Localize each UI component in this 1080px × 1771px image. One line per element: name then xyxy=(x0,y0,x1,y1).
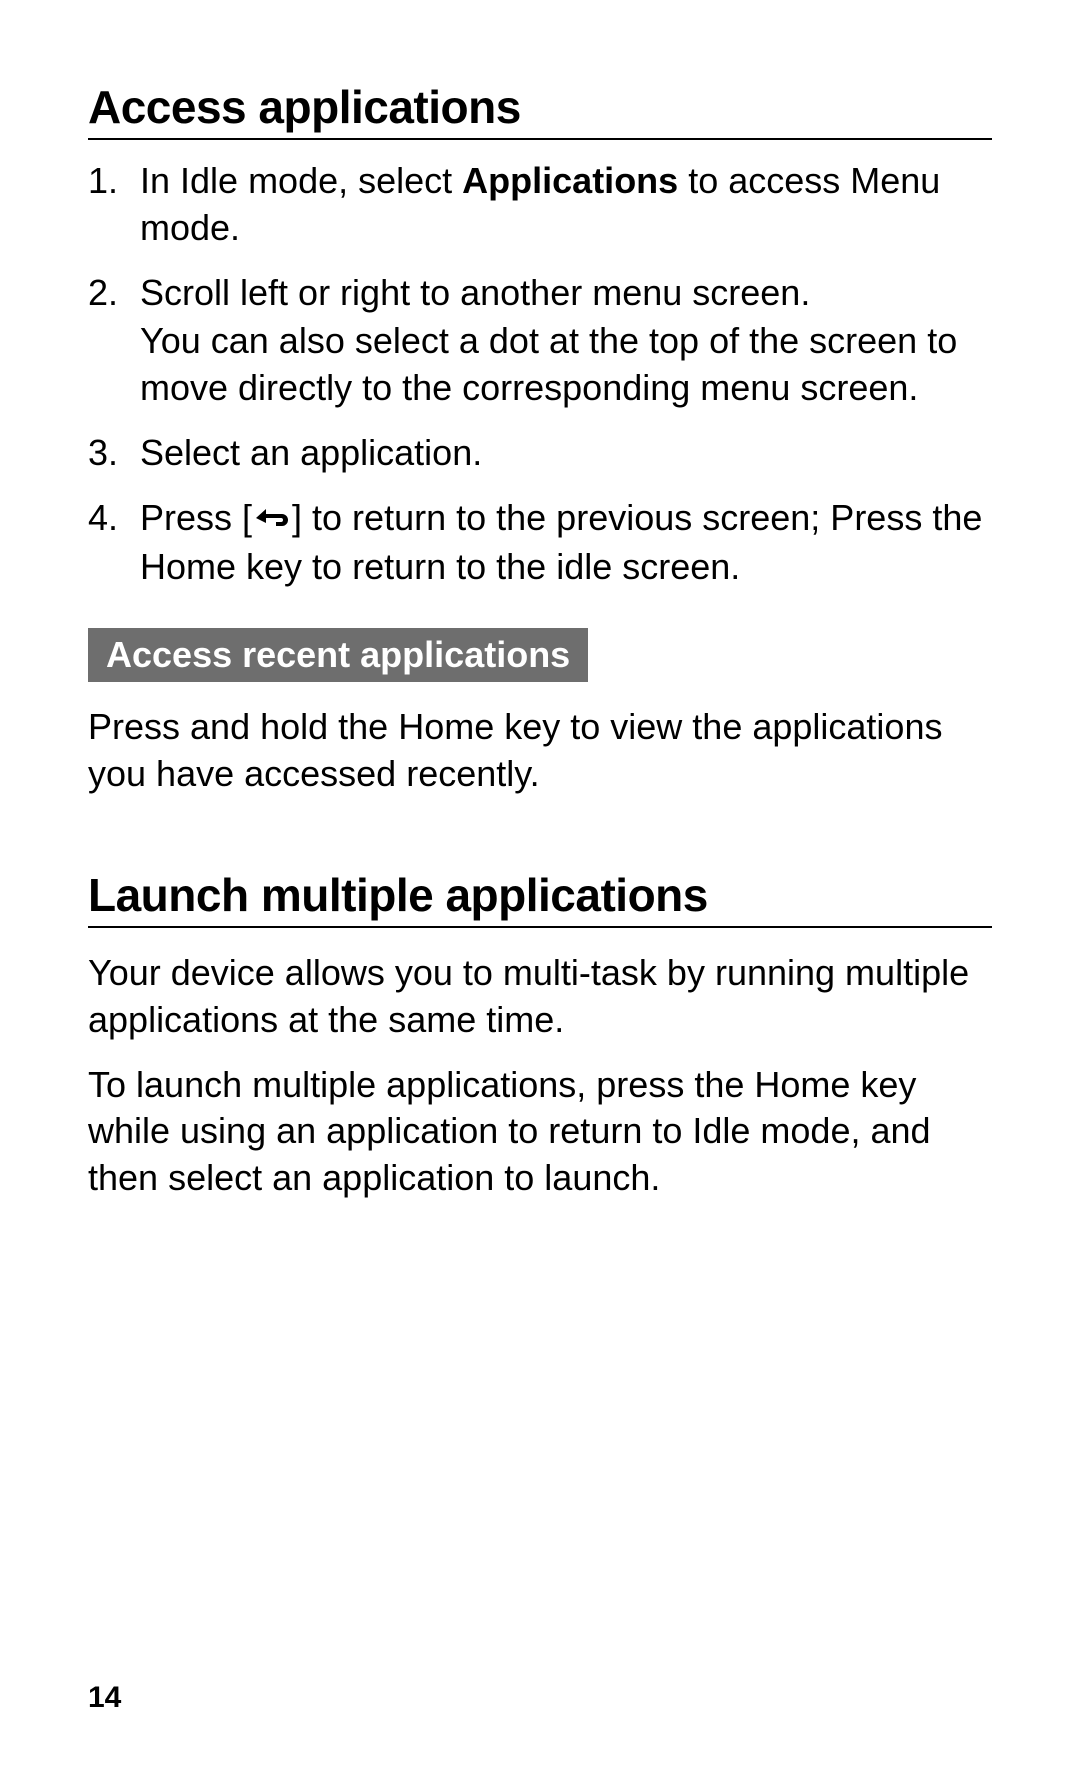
steps-list: In Idle mode, select Applications to acc… xyxy=(88,158,992,590)
callout-access-recent: Access recent applications xyxy=(88,628,588,682)
launch-para-2: To launch multiple applications, press t… xyxy=(88,1062,992,1202)
step1-applications-bold: Applications xyxy=(462,160,678,201)
heading-access-applications: Access applications xyxy=(88,80,992,140)
launch-para-1: Your device allows you to multi-task by … xyxy=(88,950,992,1044)
step4-pre: Press [ xyxy=(140,497,252,538)
step-1: In Idle mode, select Applications to acc… xyxy=(88,158,992,252)
step2-line1: Scroll left or right to another menu scr… xyxy=(140,272,810,313)
step2-line2: You can also select a dot at the top of … xyxy=(140,318,992,412)
manual-page: Access applications In Idle mode, select… xyxy=(0,0,1080,1771)
back-arrow-icon xyxy=(252,497,292,544)
step3-text: Select an application. xyxy=(140,432,482,473)
page-number: 14 xyxy=(88,1681,121,1715)
step-4: Press [] to return to the previous scree… xyxy=(88,495,992,591)
heading-launch-multiple: Launch multiple applications xyxy=(88,868,992,928)
callout-body: Press and hold the Home key to view the … xyxy=(88,704,992,798)
step-3: Select an application. xyxy=(88,430,992,477)
step1-pre: In Idle mode, select xyxy=(140,160,462,201)
step-2: Scroll left or right to another menu scr… xyxy=(88,270,992,412)
